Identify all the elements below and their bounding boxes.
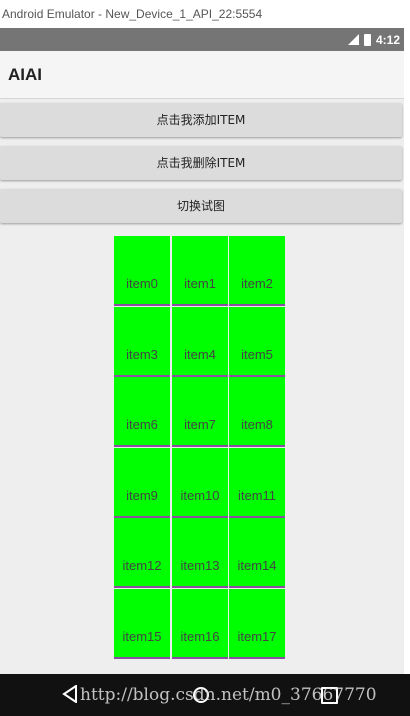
app-bar: AIAI — [0, 51, 404, 99]
grid-item[interactable]: item8 — [229, 377, 285, 447]
grid-item[interactable]: item14 — [229, 518, 285, 588]
grid-item[interactable]: item6 — [114, 377, 170, 447]
back-icon[interactable] — [62, 685, 78, 703]
status-time: 4:12 — [375, 32, 400, 47]
grid-item[interactable]: item9 — [114, 447, 170, 518]
grid-item[interactable]: item0 — [114, 236, 170, 306]
add-item-button[interactable]: 点击我添加ITEM — [0, 103, 402, 137]
background-window-edge — [404, 28, 410, 674]
delete-item-button[interactable]: 点击我删除ITEM — [0, 146, 402, 180]
battery-icon — [363, 33, 371, 46]
grid-item[interactable]: item16 — [172, 588, 228, 659]
grid-item[interactable]: item4 — [172, 306, 228, 377]
grid-item[interactable]: item13 — [172, 518, 228, 588]
grid-item[interactable]: item12 — [114, 518, 170, 588]
switch-view-button[interactable]: 切换试图 — [0, 189, 402, 223]
grid-item[interactable]: item3 — [114, 306, 170, 377]
phone-screen: 4:12 AIAI 点击我添加ITEM 点击我删除ITEM 切换试图 item0… — [0, 28, 404, 674]
grid-item[interactable]: item7 — [172, 377, 228, 447]
grid-item[interactable]: item1 — [172, 236, 228, 306]
app-title: AIAI — [8, 65, 42, 84]
grid-item[interactable]: item17 — [229, 588, 285, 659]
grid-item[interactable]: item2 — [229, 236, 285, 306]
emulator-window-title: Android Emulator - New_Device_1_API_22:5… — [0, 0, 410, 28]
watermark: http://blog.csdn.net/m0_37667770 — [80, 685, 377, 705]
signal-icon — [347, 34, 359, 45]
grid-item[interactable]: item5 — [229, 306, 285, 377]
grid-item[interactable]: item10 — [172, 447, 228, 518]
status-bar: 4:12 — [0, 28, 404, 51]
grid-item[interactable]: item15 — [114, 588, 170, 659]
grid-item[interactable]: item11 — [229, 447, 285, 518]
item-grid: item0 item1 item2 item3 item4 item5 item6 item7… — [114, 236, 285, 666]
